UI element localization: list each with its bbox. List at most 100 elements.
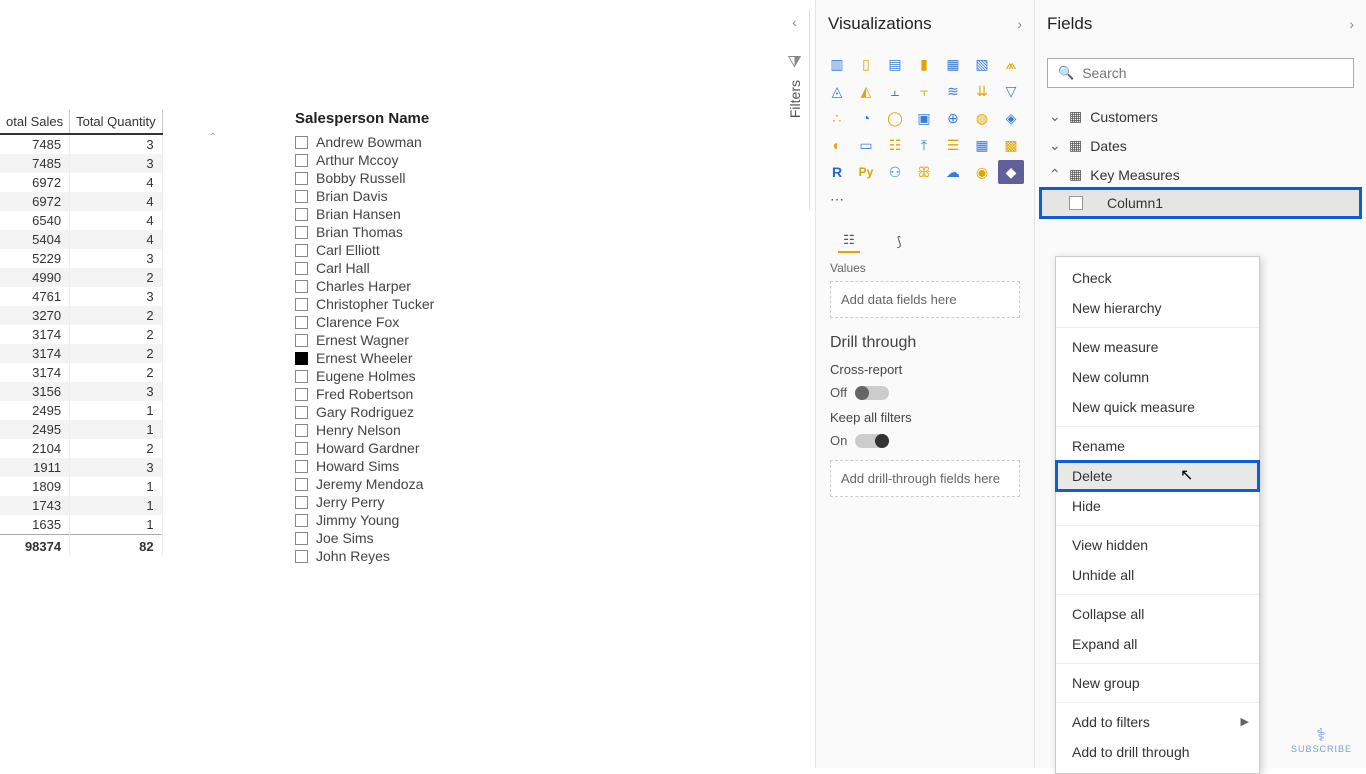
100-stacked-column-icon[interactable]: ▧ — [969, 52, 995, 76]
pie-chart-icon[interactable]: ◔ — [853, 106, 879, 130]
context-menu-item[interactable]: Check — [1056, 263, 1259, 293]
slicer-checkbox[interactable] — [295, 496, 308, 509]
format-tab-icon[interactable]: ⟆ — [888, 231, 910, 253]
context-menu-item[interactable]: New quick measure — [1056, 392, 1259, 422]
slicer-checkbox[interactable] — [295, 136, 308, 149]
fields-collapse-icon[interactable]: › — [1349, 16, 1354, 32]
fields-search[interactable]: 🔍 — [1047, 58, 1354, 88]
slicer-visual[interactable]: Salesperson Name Andrew BowmanArthur Mcc… — [295, 110, 555, 565]
kpi-icon[interactable]: ⤒ — [911, 133, 937, 157]
card-icon[interactable]: ▭ — [853, 133, 879, 157]
filters-expand-icon[interactable]: ‹ — [780, 10, 809, 34]
clustered-column-icon[interactable]: ▮ — [911, 52, 937, 76]
viz-collapse-icon[interactable]: › — [1017, 16, 1022, 32]
slicer-item[interactable]: Gary Rodriguez — [295, 403, 555, 421]
table-row[interactable]: 19113 — [0, 458, 162, 477]
context-menu-item[interactable]: Expand all — [1056, 629, 1259, 659]
shape-map-icon[interactable]: ◈ — [998, 106, 1024, 130]
table-row[interactable]: 31563 — [0, 382, 162, 401]
col-total-quantity[interactable]: Total Quantity — [70, 110, 163, 134]
slicer-item[interactable]: Fred Robertson — [295, 385, 555, 403]
slicer-checkbox[interactable] — [295, 208, 308, 221]
treemap-icon[interactable]: ▣ — [911, 106, 937, 130]
line-clustered-col-icon[interactable]: ⫟ — [911, 79, 937, 103]
table-visual[interactable]: otal Sales Total Quantity 7485374853 6972… — [0, 110, 205, 556]
slicer-checkbox[interactable] — [295, 226, 308, 239]
table-row[interactable]: 52293 — [0, 249, 162, 268]
field-table[interactable]: ⌃▦Key Measures — [1041, 160, 1360, 189]
slicer-checkbox[interactable] — [295, 460, 308, 473]
table-row[interactable]: 32702 — [0, 306, 162, 325]
slicer-item[interactable]: Brian Thomas — [295, 223, 555, 241]
slicer-checkbox[interactable] — [295, 262, 308, 275]
caret-icon[interactable]: ⌃ — [1049, 166, 1061, 183]
slicer-item[interactable]: John Reyes — [295, 547, 555, 565]
slicer-item[interactable]: Jeremy Mendoza — [295, 475, 555, 493]
stacked-column-icon[interactable]: ▯ — [853, 52, 879, 76]
slicer-item[interactable]: Howard Gardner — [295, 439, 555, 457]
r-visual-icon[interactable]: R — [824, 160, 850, 184]
values-drop-well[interactable]: Add data fields here — [830, 281, 1020, 318]
slicer-checkbox[interactable] — [295, 514, 308, 527]
table-row[interactable]: 74853 — [0, 154, 162, 173]
table-scroll-up-icon[interactable]: ⌃ — [209, 132, 217, 143]
slicer-item[interactable]: Henry Nelson — [295, 421, 555, 439]
scatter-icon[interactable]: ∴ — [824, 106, 850, 130]
cross-report-toggle[interactable] — [855, 386, 889, 400]
key-influencers-icon[interactable]: ⚇ — [882, 160, 908, 184]
table-row[interactable]: 24951 — [0, 420, 162, 439]
donut-chart-icon[interactable]: ◯ — [882, 106, 908, 130]
filters-pane-collapsed[interactable]: ‹ ⧩ Filters — [780, 10, 810, 210]
slicer-item[interactable]: Christopher Tucker — [295, 295, 555, 313]
table-row[interactable]: 54044 — [0, 230, 162, 249]
slicer-checkbox[interactable] — [295, 388, 308, 401]
slicer-item[interactable]: Joe Sims — [295, 529, 555, 547]
keep-filters-toggle[interactable] — [855, 434, 889, 448]
table-row[interactable]: 16351 — [0, 515, 162, 535]
slicer-checkbox[interactable] — [295, 478, 308, 491]
table-row[interactable]: 69724 — [0, 192, 162, 211]
slicer-icon[interactable]: ☰ — [940, 133, 966, 157]
decomp-tree-icon[interactable]: ꕥ — [911, 160, 937, 184]
slicer-checkbox[interactable] — [295, 442, 308, 455]
slicer-item[interactable]: Charles Harper — [295, 277, 555, 295]
waterfall-icon[interactable]: ⇊ — [969, 79, 995, 103]
fields-well-tab-icon[interactable]: ☷ — [838, 231, 860, 253]
report-canvas[interactable]: otal Sales Total Quantity 7485374853 6972… — [0, 0, 780, 768]
slicer-checkbox[interactable] — [295, 550, 308, 563]
caret-icon[interactable]: ⌄ — [1049, 108, 1061, 125]
slicer-checkbox[interactable] — [295, 280, 308, 293]
context-menu-item[interactable]: New column — [1056, 362, 1259, 392]
table-row[interactable]: 31742 — [0, 344, 162, 363]
col-total-sales[interactable]: otal Sales — [0, 110, 70, 134]
stacked-bar-icon[interactable]: ▥ — [824, 52, 850, 76]
arcgis-icon[interactable]: ◉ — [969, 160, 995, 184]
powerapps-visual-icon[interactable]: ◆ — [998, 160, 1024, 184]
search-input[interactable] — [1082, 65, 1343, 81]
context-menu-item[interactable]: Rename — [1056, 431, 1259, 461]
slicer-item[interactable]: Eugene Holmes — [295, 367, 555, 385]
slicer-item[interactable]: Carl Hall — [295, 259, 555, 277]
slicer-item[interactable]: Howard Sims — [295, 457, 555, 475]
line-chart-icon[interactable]: ⩕ — [998, 52, 1024, 76]
stacked-area-icon[interactable]: ◭ — [853, 79, 879, 103]
slicer-item[interactable]: Clarence Fox — [295, 313, 555, 331]
field-checkbox[interactable] — [1069, 196, 1083, 210]
context-menu-item[interactable]: Collapse all — [1056, 599, 1259, 629]
field-item-selected[interactable]: Column1 — [1041, 189, 1360, 217]
area-chart-icon[interactable]: ◬ — [824, 79, 850, 103]
slicer-checkbox[interactable] — [295, 406, 308, 419]
multi-row-card-icon[interactable]: ☷ — [882, 133, 908, 157]
funnel-icon[interactable]: ▽ — [998, 79, 1024, 103]
slicer-item[interactable]: Arthur Mccoy — [295, 151, 555, 169]
slicer-item[interactable]: Jimmy Young — [295, 511, 555, 529]
table-row[interactable]: 47613 — [0, 287, 162, 306]
slicer-checkbox[interactable] — [295, 334, 308, 347]
context-menu-item[interactable]: View hidden — [1056, 530, 1259, 560]
caret-icon[interactable]: ⌄ — [1049, 137, 1061, 154]
table-row[interactable]: 74853 — [0, 134, 162, 154]
gauge-icon[interactable]: ◐ — [824, 133, 850, 157]
context-menu-item[interactable]: Delete — [1056, 461, 1259, 491]
slicer-item[interactable]: Carl Elliott — [295, 241, 555, 259]
qa-visual-icon[interactable]: ☁ — [940, 160, 966, 184]
